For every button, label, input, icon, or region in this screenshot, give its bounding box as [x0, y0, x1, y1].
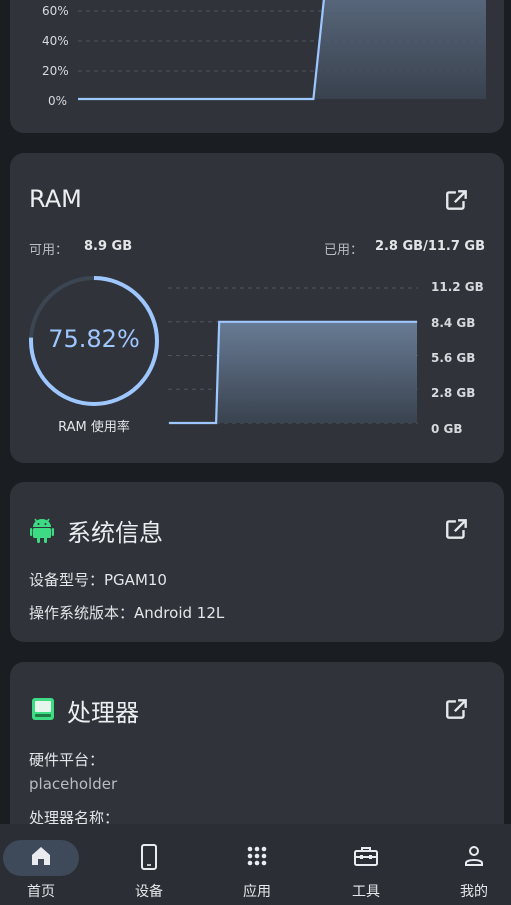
- processor-chip-icon: [32, 698, 54, 720]
- ram-card: RAM 可用： 8.9 GB 已用： 2.8 GB/11.7 GB 75.82%…: [10, 153, 504, 463]
- device-model-row: 设备型号：PGAM10: [29, 569, 167, 590]
- nav-item-apps[interactable]: 应用: [206, 824, 308, 905]
- processor-title: 处理器: [67, 699, 139, 727]
- open-external-icon[interactable]: [444, 696, 470, 722]
- nav-item-device[interactable]: 设备: [98, 824, 200, 905]
- hardware-platform-value: placeholder: [29, 775, 118, 793]
- ram-available-value: 8.9 GB: [84, 239, 133, 254]
- cpu-tick-20: 20%: [42, 64, 69, 78]
- nav-label-device: 设备: [135, 884, 163, 900]
- ram-tick-0: 0 GB: [431, 422, 463, 436]
- cpu-tick-0: 0%: [48, 94, 68, 108]
- hardware-platform-label: 硬件平台：: [29, 751, 105, 769]
- nav-label-apps: 应用: [243, 884, 271, 900]
- ram-tick-5-6: 5.6 GB: [431, 351, 476, 365]
- ram-used-label: 已用：: [324, 243, 364, 258]
- cpu-tick-40: 40%: [42, 34, 69, 48]
- nav-item-tools[interactable]: 工具: [315, 824, 417, 905]
- ram-tick-2-8: 2.8 GB: [431, 386, 476, 400]
- ram-available-label: 可用：: [29, 243, 69, 258]
- nav-item-profile[interactable]: 我的: [423, 824, 511, 905]
- cpu-usage-card: 60% 40% 20% 0%: [10, 0, 504, 133]
- nav-item-home[interactable]: 首页: [0, 824, 92, 905]
- apps-grid-icon: [247, 846, 267, 866]
- cpu-area-fill: [78, 0, 486, 99]
- android-icon: [30, 518, 54, 543]
- ram-area-fill: [169, 321, 417, 423]
- home-icon: [32, 847, 50, 865]
- ram-gauge-caption: RAM 使用率: [58, 420, 130, 435]
- toolbox-icon: [354, 847, 378, 866]
- ram-tick-11-2: 11.2 GB: [431, 280, 484, 294]
- os-version-label: 操作系统版本：: [29, 604, 135, 622]
- open-external-icon[interactable]: [444, 187, 470, 213]
- nav-label-tools: 工具: [352, 884, 380, 900]
- ram-title: RAM: [29, 185, 82, 213]
- cpu-usage-chart: [78, 0, 486, 101]
- system-info-title: 系统信息: [67, 519, 163, 547]
- ram-usage-chart: [168, 287, 418, 425]
- phone-icon: [141, 844, 157, 870]
- ram-tick-8-4: 8.4 GB: [431, 316, 476, 330]
- open-external-icon[interactable]: [444, 516, 470, 542]
- ram-used-value: 2.8 GB/11.7 GB: [374, 239, 485, 254]
- os-version-value: Android 12L: [134, 604, 225, 622]
- ram-gauge-percent: 75.82%: [48, 325, 140, 353]
- system-info-card: 系统信息 设备型号：PGAM10 操作系统版本：Android 12L: [10, 482, 504, 642]
- bottom-navigation: 首页 设备 应用 工具 我的: [0, 824, 511, 905]
- person-icon: [465, 846, 483, 866]
- device-model-value: PGAM10: [104, 571, 167, 589]
- nav-label-profile: 我的: [460, 884, 488, 900]
- cpu-tick-60: 60%: [42, 4, 69, 18]
- nav-label-home: 首页: [27, 884, 55, 900]
- device-model-label: 设备型号：: [29, 571, 105, 589]
- os-version-row: 操作系统版本：Android 12L: [29, 602, 224, 623]
